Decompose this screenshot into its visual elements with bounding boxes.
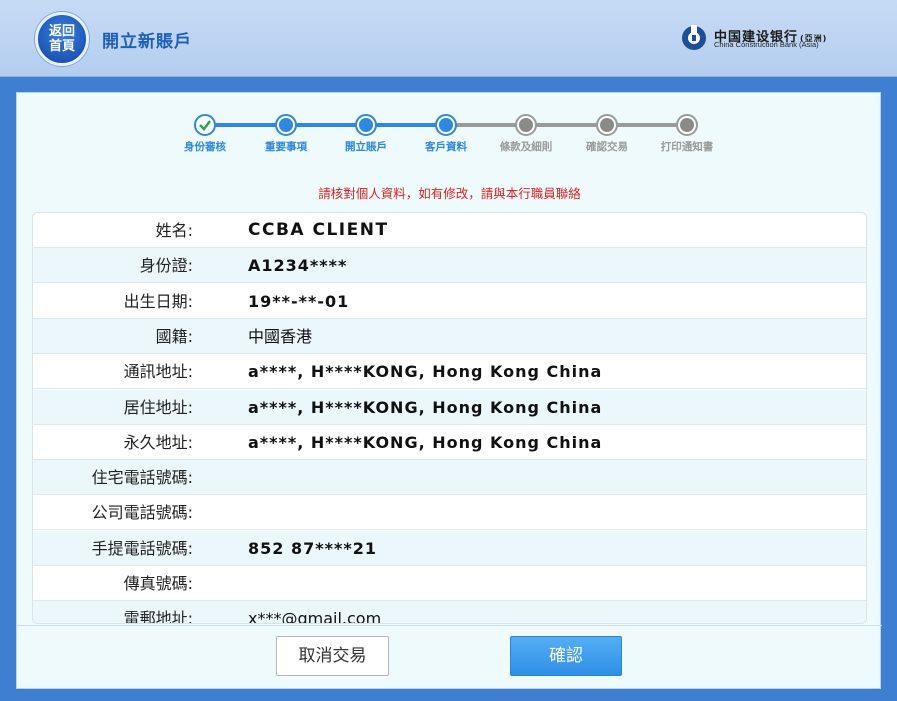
info-value: 852 87****21 [248, 538, 377, 558]
info-row: 手提電話號碼: 852 87****21 [33, 530, 866, 566]
check-icon [199, 120, 211, 131]
step-connector [366, 123, 446, 127]
customer-info-table: 姓名: CCBA CLIENT 身份證: A1234**** 出生日期: 19**-**-… [32, 212, 867, 624]
info-row: 姓名: CCBA CLIENT [33, 213, 866, 248]
info-label: 傳真號碼: [123, 574, 193, 593]
info-value: CCBA CLIENT [248, 220, 389, 240]
step-indicator [515, 114, 537, 136]
info-row: 永久地址: a****, H****KONG, Hong Kong China [33, 424, 866, 460]
header-bar: 返回 首頁 開立新賬戶 中国建设银行 (亞洲) China Constructio… [0, 0, 897, 77]
info-row: 身份證: A1234**** [33, 248, 866, 284]
info-label: 手提電話號碼: [91, 538, 193, 558]
bank-logo: 中国建设银行 (亞洲) China Construction Bank (Asia… [681, 24, 871, 54]
step-label: 客戶資料 [425, 141, 467, 153]
info-label: 身份證: [139, 256, 193, 276]
cancel-transaction-button[interactable]: 取消交易 [276, 636, 389, 676]
info-label: 電郵地址: [123, 609, 193, 624]
info-label: 姓名: [155, 221, 193, 240]
ccb-logo-icon [682, 25, 706, 50]
step-label: 開立賬戶 [345, 141, 387, 153]
info-value: a****, H****KONG, Hong Kong China [248, 397, 603, 417]
step-label: 打印通知書 [660, 141, 714, 153]
step-label: 條款及細則 [499, 141, 553, 153]
step-connector [205, 123, 286, 127]
info-value: 19**-**-01 [248, 291, 350, 311]
step-connector [286, 123, 366, 127]
home-button-line1: 返回 [48, 24, 75, 39]
info-row: 公司電話號碼: [33, 495, 866, 531]
info-label: 國籍: [155, 326, 193, 346]
step-indicator [355, 114, 377, 136]
bank-name-en: China Construction Bank (Asia) [714, 40, 819, 49]
info-value: A1234**** [248, 256, 348, 276]
info-value: x***@gmail.com [248, 609, 382, 624]
info-row: 傳真號碼: [33, 566, 866, 601]
main-panel: 身份審核 重要事項 開立賬戶 客戶資料 條款及細則 確認交易 打印通知書 請核對個人資料，如… [16, 92, 882, 689]
step-indicator [676, 114, 698, 136]
info-value: a****, H****KONG, Hong Kong China [248, 362, 603, 382]
step-indicator [194, 114, 216, 136]
info-label: 出生日期: [123, 291, 193, 311]
info-label: 永久地址: [123, 432, 193, 452]
notice-text: 請核對個人資料，如有修改，請與本行職員聯絡 [318, 186, 581, 201]
info-label: 住宅電話號碼: [91, 468, 193, 488]
info-row: 居住地址: a****, H****KONG, Hong Kong China [33, 389, 866, 425]
info-value: a****, H****KONG, Hong Kong China [248, 432, 603, 452]
info-row: 住宅電話號碼: [33, 460, 866, 496]
info-row: 出生日期: 19**-**-01 [33, 283, 866, 319]
info-value: 中國香港 [248, 326, 313, 346]
confirm-button[interactable]: 確認 [510, 636, 622, 676]
step-connector [607, 123, 687, 127]
page-title: 開立新賬戶 [102, 32, 192, 52]
step-label: 重要事項 [265, 141, 307, 153]
step-indicator [435, 114, 457, 136]
home-button[interactable]: 返回 首頁 [35, 12, 89, 66]
step-connector [446, 123, 526, 127]
step-label: 確認交易 [586, 141, 628, 153]
step-connector [526, 123, 607, 127]
info-row: 電郵地址: x***@gmail.com [33, 601, 866, 624]
info-label: 公司電話號碼: [91, 503, 193, 523]
info-label: 居住地址: [123, 397, 193, 417]
info-row: 國籍: 中國香港 [33, 318, 866, 354]
progress-stepper: 身份審核 重要事項 開立賬戶 客戶資料 條款及細則 確認交易 打印通知書 [17, 107, 882, 157]
footer-divider [17, 625, 882, 626]
info-row: 通訊地址: a****, H****KONG, Hong Kong China [33, 354, 866, 390]
step-indicator [275, 114, 297, 136]
step-label: 身份審核 [184, 141, 226, 153]
home-button-line2: 首頁 [48, 39, 75, 54]
info-label: 通訊地址: [123, 362, 193, 382]
step-indicator [596, 114, 618, 136]
